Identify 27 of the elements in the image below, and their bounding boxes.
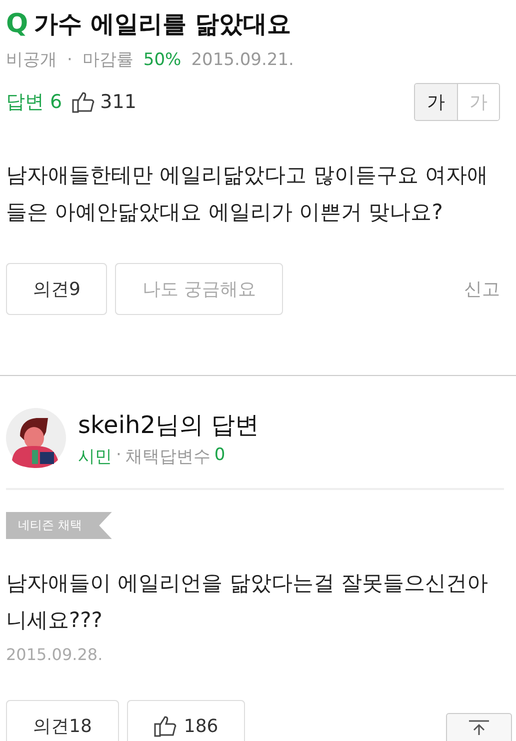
scroll-top-button[interactable] [446, 713, 512, 741]
adopted-count: 0 [214, 444, 226, 466]
avatar-drawing [6, 408, 66, 468]
like-count: 311 [100, 91, 136, 113]
comment-button[interactable]: 의견18 [6, 700, 119, 741]
thumbs-up-icon [154, 715, 178, 737]
question-date: 2015.09.21. [191, 50, 294, 70]
separator: · [116, 444, 122, 466]
comment-button[interactable]: 의견9 [6, 263, 108, 315]
font-size-button[interactable]: 가 [415, 84, 457, 120]
answer-title: skeih2님의 답변 [78, 410, 260, 440]
adopted-label: 채택답변수 [125, 446, 210, 468]
arrow-up-icon [467, 720, 491, 736]
thumbs-up-icon [72, 91, 96, 113]
visibility-label: 비공개 [6, 49, 57, 71]
question-body: 남자애들한테만 에일리닮았다고 많이듣구요 여자애들은 아예안닮았대요 에일리가 이쁜거 맞나요? [6, 162, 490, 226]
answer-count: 답변 6 [6, 90, 62, 115]
separator: · [67, 50, 72, 70]
q-mark: Q [6, 9, 28, 39]
like-button[interactable]: 186 [126, 700, 246, 741]
user-rank: 시민 [78, 446, 112, 468]
question-title: 가수 에일리를 닮았대요 [34, 9, 291, 40]
netizen-choice-badge: 네티즌 채택 [6, 512, 112, 539]
close-rate: 50% [143, 50, 182, 70]
answer-date: 2015.09.28. [6, 645, 104, 664]
answer-body: 남자애들이 에일리언을 닮았다는걸 잘못들으신건아니세요??? [6, 570, 490, 634]
close-rate-label: 마감률 [82, 49, 134, 71]
